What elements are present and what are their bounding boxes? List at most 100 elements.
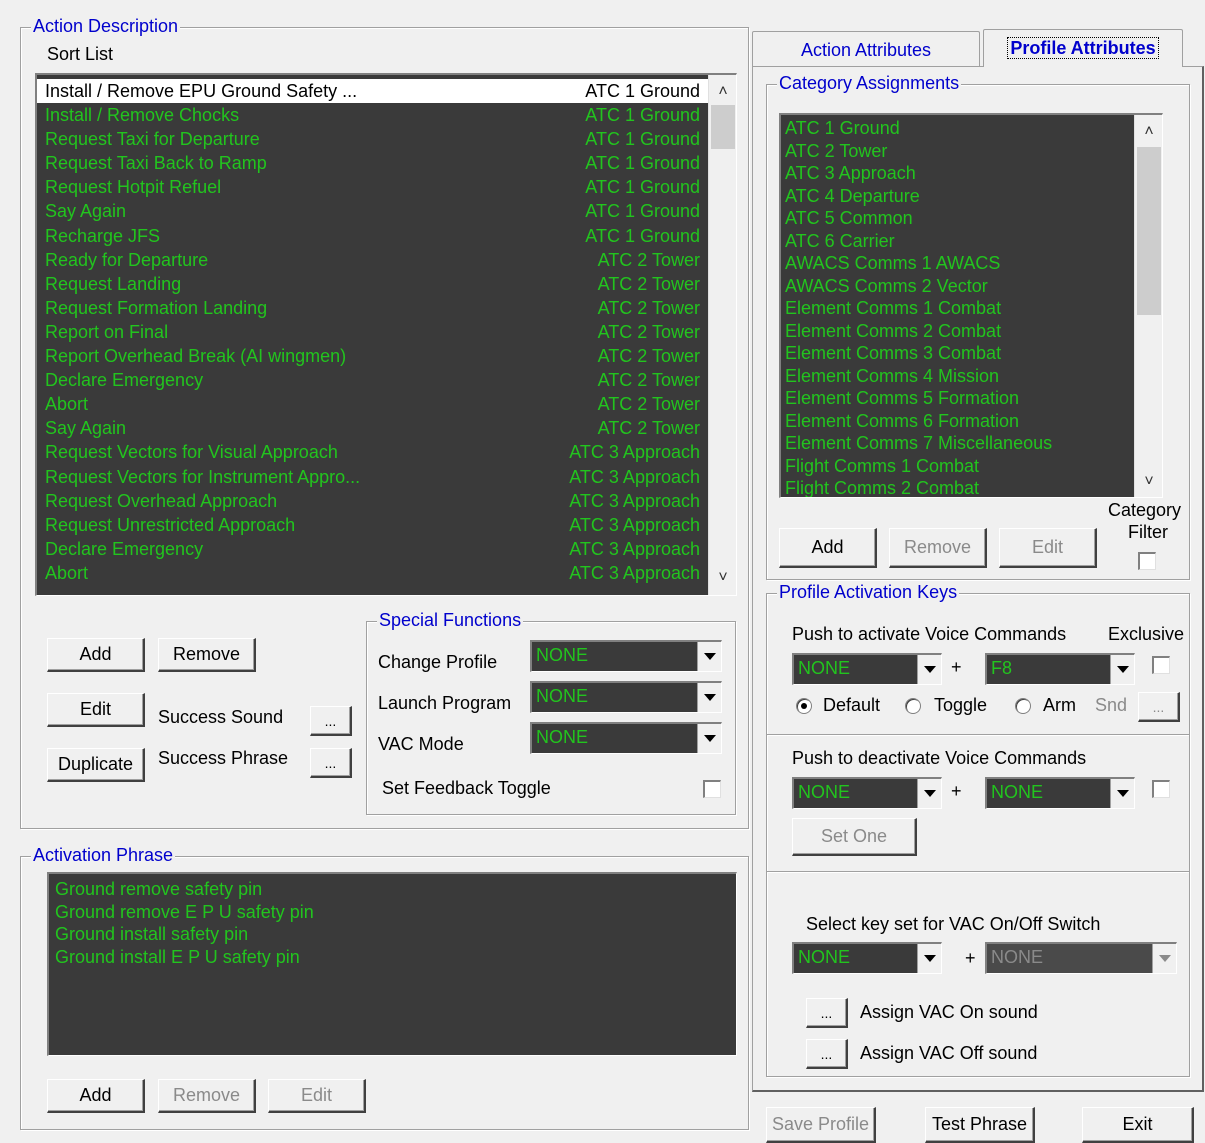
table-row[interactable]: Recharge JFS ATC 1 Ground <box>37 224 708 248</box>
scroll-down-icon[interactable]: ˅ <box>1135 469 1162 495</box>
chevron-down-icon[interactable] <box>917 655 941 684</box>
chevron-down-icon[interactable] <box>1152 944 1176 973</box>
chevron-down-icon[interactable] <box>917 944 941 973</box>
chevron-down-icon[interactable] <box>917 779 941 808</box>
list-item[interactable]: Element Comms 5 Formation <box>785 387 1134 410</box>
arm-radio-label[interactable]: Arm <box>1043 695 1076 716</box>
default-radio-label[interactable]: Default <box>823 695 880 716</box>
sort-list-label[interactable]: Sort List <box>47 44 113 65</box>
table-row[interactable]: Request Hotpit Refuel ATC 1 Ground <box>37 175 708 199</box>
tab-action-attributes[interactable]: Action Attributes <box>752 31 980 67</box>
category-filter-checkbox[interactable] <box>1138 552 1156 570</box>
category-list-scrollbar[interactable]: ˄ ˅ <box>1134 115 1162 497</box>
arm-radio[interactable] <box>1015 698 1031 714</box>
list-item[interactable]: ATC 1 Ground <box>785 117 1134 140</box>
scroll-up-icon[interactable]: ˄ <box>1135 119 1162 145</box>
table-row[interactable]: Request Landing ATC 2 Tower <box>37 272 708 296</box>
table-row[interactable]: Abort ATC 3 Approach <box>37 561 708 585</box>
chevron-down-icon[interactable] <box>1110 779 1134 808</box>
phrase-remove-button[interactable]: Remove <box>158 1079 256 1113</box>
launch-program-combo[interactable]: NONE <box>530 681 722 713</box>
chevron-down-icon[interactable] <box>697 683 721 712</box>
list-item[interactable]: ATC 6 Carrier <box>785 230 1134 253</box>
list-item[interactable]: AWACS Comms 1 AWACS <box>785 252 1134 275</box>
activate-key2-combo[interactable]: F8 <box>985 653 1135 685</box>
chevron-down-icon[interactable] <box>697 724 721 753</box>
exit-button[interactable]: Exit <box>1082 1107 1194 1143</box>
phrase-add-button[interactable]: Add <box>47 1079 145 1113</box>
vac-mode-combo[interactable]: NONE <box>530 722 722 754</box>
action-edit-button[interactable]: Edit <box>47 693 145 727</box>
list-item[interactable]: Ground install E P U safety pin <box>55 946 730 969</box>
list-item[interactable]: Ground remove E P U safety pin <box>55 901 730 924</box>
list-item[interactable]: Flight Comms 2 Combat <box>785 477 1134 497</box>
table-row[interactable]: Request Formation Landing ATC 2 Tower <box>37 296 708 320</box>
activation-phrase-list[interactable]: Ground remove safety pin Ground remove E … <box>47 872 737 1056</box>
scroll-thumb[interactable] <box>1137 147 1161 315</box>
table-row[interactable]: Request Vectors for Visual Approach ATC 3… <box>37 440 708 464</box>
activate-key1-combo[interactable]: NONE <box>792 653 942 685</box>
list-item[interactable]: ATC 5 Common <box>785 207 1134 230</box>
test-phrase-button[interactable]: Test Phrase <box>925 1107 1035 1143</box>
action-duplicate-button[interactable]: Duplicate <box>47 748 145 782</box>
set-feedback-toggle-checkbox[interactable] <box>703 780 721 798</box>
list-item[interactable]: ATC 2 Tower <box>785 140 1134 163</box>
category-edit-button[interactable]: Edit <box>999 528 1097 568</box>
scroll-up-icon[interactable]: ˄ <box>709 79 736 105</box>
assign-vac-off-browse-button[interactable]: ... <box>806 1039 848 1069</box>
table-row[interactable]: Report Overhead Break (AI wingmen) ATC 2 … <box>37 344 708 368</box>
category-list[interactable]: ATC 1 Ground ATC 2 Tower ATC 3 Approach ATC… <box>779 113 1163 498</box>
list-item[interactable]: Flight Comms 1 Combat <box>785 455 1134 478</box>
table-row[interactable]: Say Again ATC 2 Tower <box>37 416 708 440</box>
table-row[interactable]: Install / Remove Chocks ATC 1 Ground <box>37 103 708 127</box>
deactivate-key1-combo[interactable]: NONE <box>792 777 942 809</box>
list-item[interactable]: ATC 4 Departure <box>785 185 1134 208</box>
default-radio[interactable] <box>796 698 812 714</box>
table-row[interactable]: Declare Emergency ATC 3 Approach <box>37 537 708 561</box>
exclusive-activate-checkbox[interactable] <box>1152 656 1170 674</box>
snd-browse-button[interactable]: ... <box>1138 692 1180 722</box>
save-profile-button[interactable]: Save Profile <box>766 1107 876 1143</box>
table-row[interactable]: Install / Remove EPU Ground Safety ... AT… <box>37 79 708 104</box>
table-row[interactable]: Declare Emergency ATC 2 Tower <box>37 368 708 392</box>
list-item[interactable]: Element Comms 4 Mission <box>785 365 1134 388</box>
table-row[interactable]: Request Taxi Back to Ramp ATC 1 Ground <box>37 151 708 175</box>
table-row[interactable]: Request Overhead Approach ATC 3 Approach <box>37 489 708 513</box>
assign-vac-on-browse-button[interactable]: ... <box>806 998 848 1028</box>
category-add-button[interactable]: Add <box>779 528 877 568</box>
list-item[interactable]: AWACS Comms 2 Vector <box>785 275 1134 298</box>
exclusive-deactivate-checkbox[interactable] <box>1152 780 1170 798</box>
scroll-thumb[interactable] <box>711 105 735 149</box>
list-item[interactable]: Element Comms 1 Combat <box>785 297 1134 320</box>
toggle-radio-label[interactable]: Toggle <box>934 695 987 716</box>
vac-key2-combo[interactable]: NONE <box>985 942 1177 974</box>
chevron-down-icon[interactable] <box>1110 655 1134 684</box>
action-remove-button[interactable]: Remove <box>158 638 256 672</box>
list-item[interactable]: Element Comms 6 Formation <box>785 410 1134 433</box>
list-item[interactable]: ATC 3 Approach <box>785 162 1134 185</box>
vac-key1-combo[interactable]: NONE <box>792 942 942 974</box>
table-row[interactable]: Report on Final ATC 2 Tower <box>37 320 708 344</box>
action-list-scrollbar[interactable]: ˄ ˅ <box>708 75 736 595</box>
table-row[interactable]: Request Unrestricted Approach ATC 3 Appro… <box>37 513 708 537</box>
set-one-button[interactable]: Set One <box>792 818 917 856</box>
list-item[interactable]: Element Comms 3 Combat <box>785 342 1134 365</box>
table-row[interactable]: Request Vectors for Instrument Appro... A… <box>37 465 708 489</box>
action-list[interactable]: Install / Remove EPU Ground Safety ... AT… <box>35 73 737 596</box>
toggle-radio[interactable] <box>905 698 921 714</box>
table-row[interactable]: Say Again ATC 1 Ground <box>37 199 708 223</box>
list-item[interactable]: Element Comms 2 Combat <box>785 320 1134 343</box>
chevron-down-icon[interactable] <box>697 642 721 671</box>
table-row[interactable]: Ready for Departure ATC 2 Tower <box>37 248 708 272</box>
phrase-edit-button[interactable]: Edit <box>268 1079 366 1113</box>
table-row[interactable]: Request Taxi for Departure ATC 1 Ground <box>37 127 708 151</box>
action-add-button[interactable]: Add <box>47 638 145 672</box>
success-sound-browse-button[interactable]: ... <box>310 706 352 736</box>
table-row[interactable]: Abort ATC 2 Tower <box>37 392 708 416</box>
category-remove-button[interactable]: Remove <box>889 528 987 568</box>
list-item[interactable]: Ground install safety pin <box>55 923 730 946</box>
list-item[interactable]: Ground remove safety pin <box>55 878 730 901</box>
change-profile-combo[interactable]: NONE <box>530 640 722 672</box>
scroll-down-icon[interactable]: ˅ <box>709 565 736 591</box>
tab-profile-attributes[interactable]: Profile Attributes <box>983 29 1183 67</box>
